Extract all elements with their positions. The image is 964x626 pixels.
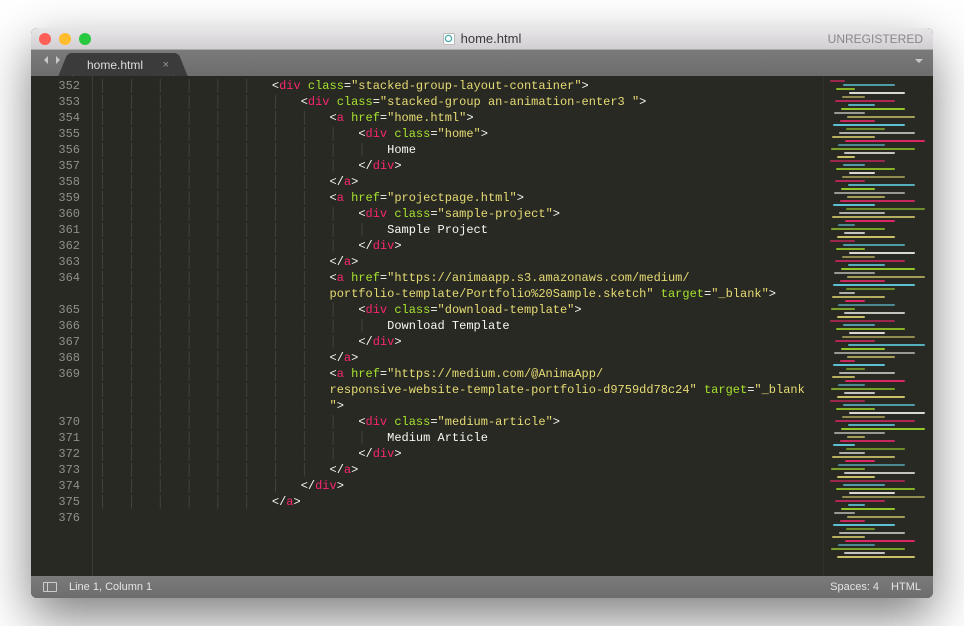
- status-bar: Line 1, Column 1 Spaces: 4 HTML: [31, 576, 933, 598]
- file-icon: [443, 33, 455, 45]
- code-view[interactable]: │ │ │ │ │ │ <div class="stacked-group-la…: [93, 76, 823, 576]
- titlebar[interactable]: home.html UNREGISTERED: [31, 28, 933, 50]
- tab-label: home.html: [87, 58, 143, 72]
- minimap[interactable]: [823, 76, 933, 576]
- minimize-icon[interactable]: [59, 33, 71, 45]
- tab-close-icon[interactable]: ×: [163, 59, 169, 71]
- editor-window: home.html UNREGISTERED home.html × 35235…: [31, 28, 933, 598]
- line-gutter: 352353354355356357358359360361362363364 …: [31, 76, 93, 576]
- window-title-text: home.html: [461, 31, 522, 46]
- indent-setting[interactable]: Spaces: 4: [830, 581, 879, 593]
- nav-back-icon[interactable]: [41, 55, 51, 69]
- maximize-icon[interactable]: [79, 33, 91, 45]
- unregistered-label: UNREGISTERED: [828, 32, 923, 46]
- close-icon[interactable]: [39, 33, 51, 45]
- syntax-mode[interactable]: HTML: [891, 581, 921, 593]
- tab-bar: home.html ×: [31, 50, 933, 76]
- cursor-position[interactable]: Line 1, Column 1: [69, 581, 152, 593]
- toolbar-menu[interactable]: [913, 50, 925, 76]
- window-title: home.html: [31, 31, 933, 46]
- editor-area: 352353354355356357358359360361362363364 …: [31, 76, 933, 576]
- chevron-down-icon: [913, 55, 925, 71]
- traffic-lights: [39, 33, 91, 45]
- tab-home-html[interactable]: home.html ×: [73, 53, 173, 76]
- sidebar-toggle-icon[interactable]: [43, 582, 57, 592]
